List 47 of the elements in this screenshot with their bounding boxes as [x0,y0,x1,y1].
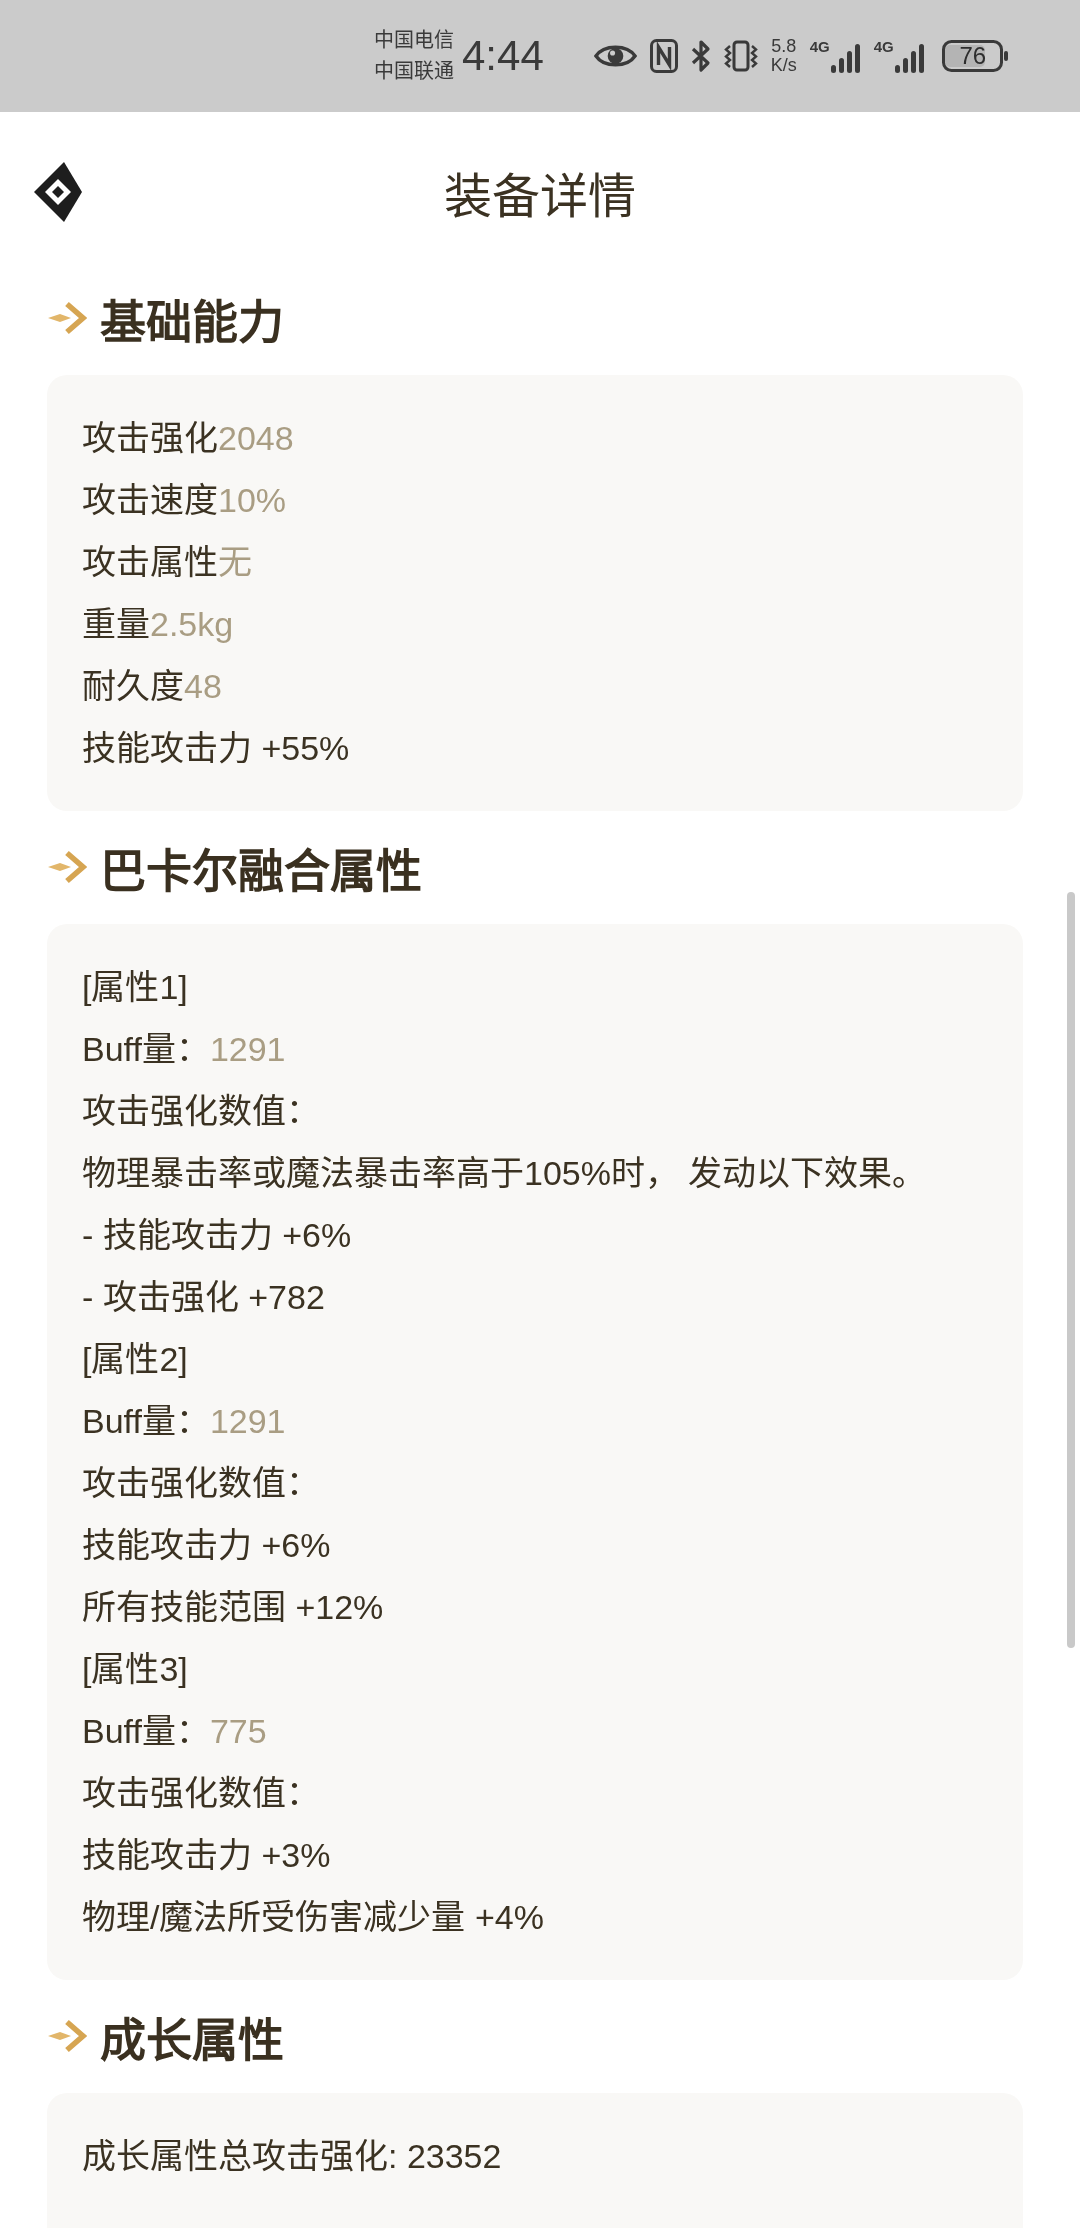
attribute-text: 攻击速度 [82,480,218,521]
carrier-name: 中国联通 [374,59,454,84]
attribute-text: [属性2] [82,1339,188,1380]
attribute-text: 物理暴击率或魔法暴击率高于105%时， 发动以下效果。 [82,1153,927,1194]
network-type-label: 4G [809,39,830,55]
attribute-text: - 攻击强化 +782 [82,1277,325,1318]
attribute-text: Buff量： [82,1401,210,1442]
network-speed-value: 5.8 [771,37,797,56]
attribute-value: 无 [218,542,252,583]
section-title: 巴卡尔融合属性 [100,844,422,899]
network-type-label: 4G [873,39,894,55]
attribute-text: 所有技能范围 +12% [82,1587,384,1628]
attribute-value: 48 [184,666,222,707]
attribute-value: 10% [218,480,287,521]
attribute-text: 重量 [82,604,150,645]
bluetooth-icon [690,39,711,73]
network-speed-unit: K/s [770,56,797,75]
attribute-value: 1291 [209,1401,286,1442]
diamond-icon[interactable] [34,162,82,222]
battery-percent: 76 [959,43,987,69]
attribute-text: Buff量： [82,1711,210,1752]
attribute-text: [属性3] [82,1649,188,1690]
attribute-text: 耐久度 [82,666,184,707]
carrier-name: 中国电信 [374,28,454,53]
attribute-text: [属性1] [82,967,188,1008]
attribute-text: 攻击强化数值： [82,1091,320,1132]
attribute-text: 技能攻击力 +55% [82,728,350,769]
attribute-text: 攻击强化 [82,418,218,459]
attribute-text: 成长属性总攻击强化: 23352 [82,2136,502,2177]
attribute-text: 攻击强化数值： [82,1463,320,1504]
section-title: 基础能力 [100,295,284,350]
attribute-text: 技能攻击力 +6% [82,1525,331,1566]
section-title: 成长属性 [100,2013,284,2068]
attribute-text: 技能攻击力 +3% [82,1835,331,1876]
page-title: 装备详情 [444,169,636,225]
nfc-icon [649,39,678,73]
attribute-text: - 技能攻击力 +6% [82,1215,352,1256]
attribute-value: 2048 [218,418,294,459]
vibrate-icon [723,39,758,73]
attribute-text: 物理/魔法所受伤害减少量 +4% [82,1897,544,1938]
attribute-value: 775 [209,1711,267,1752]
attribute-value: 1291 [209,1029,286,1070]
attribute-text: 攻击强化数值： [82,1773,320,1814]
attribute-text: 攻击属性 [82,542,218,583]
clock-time: 4:44 [462,32,544,80]
attribute-text: Buff量： [82,1029,210,1070]
attribute-value: 2.5kg [150,604,234,645]
